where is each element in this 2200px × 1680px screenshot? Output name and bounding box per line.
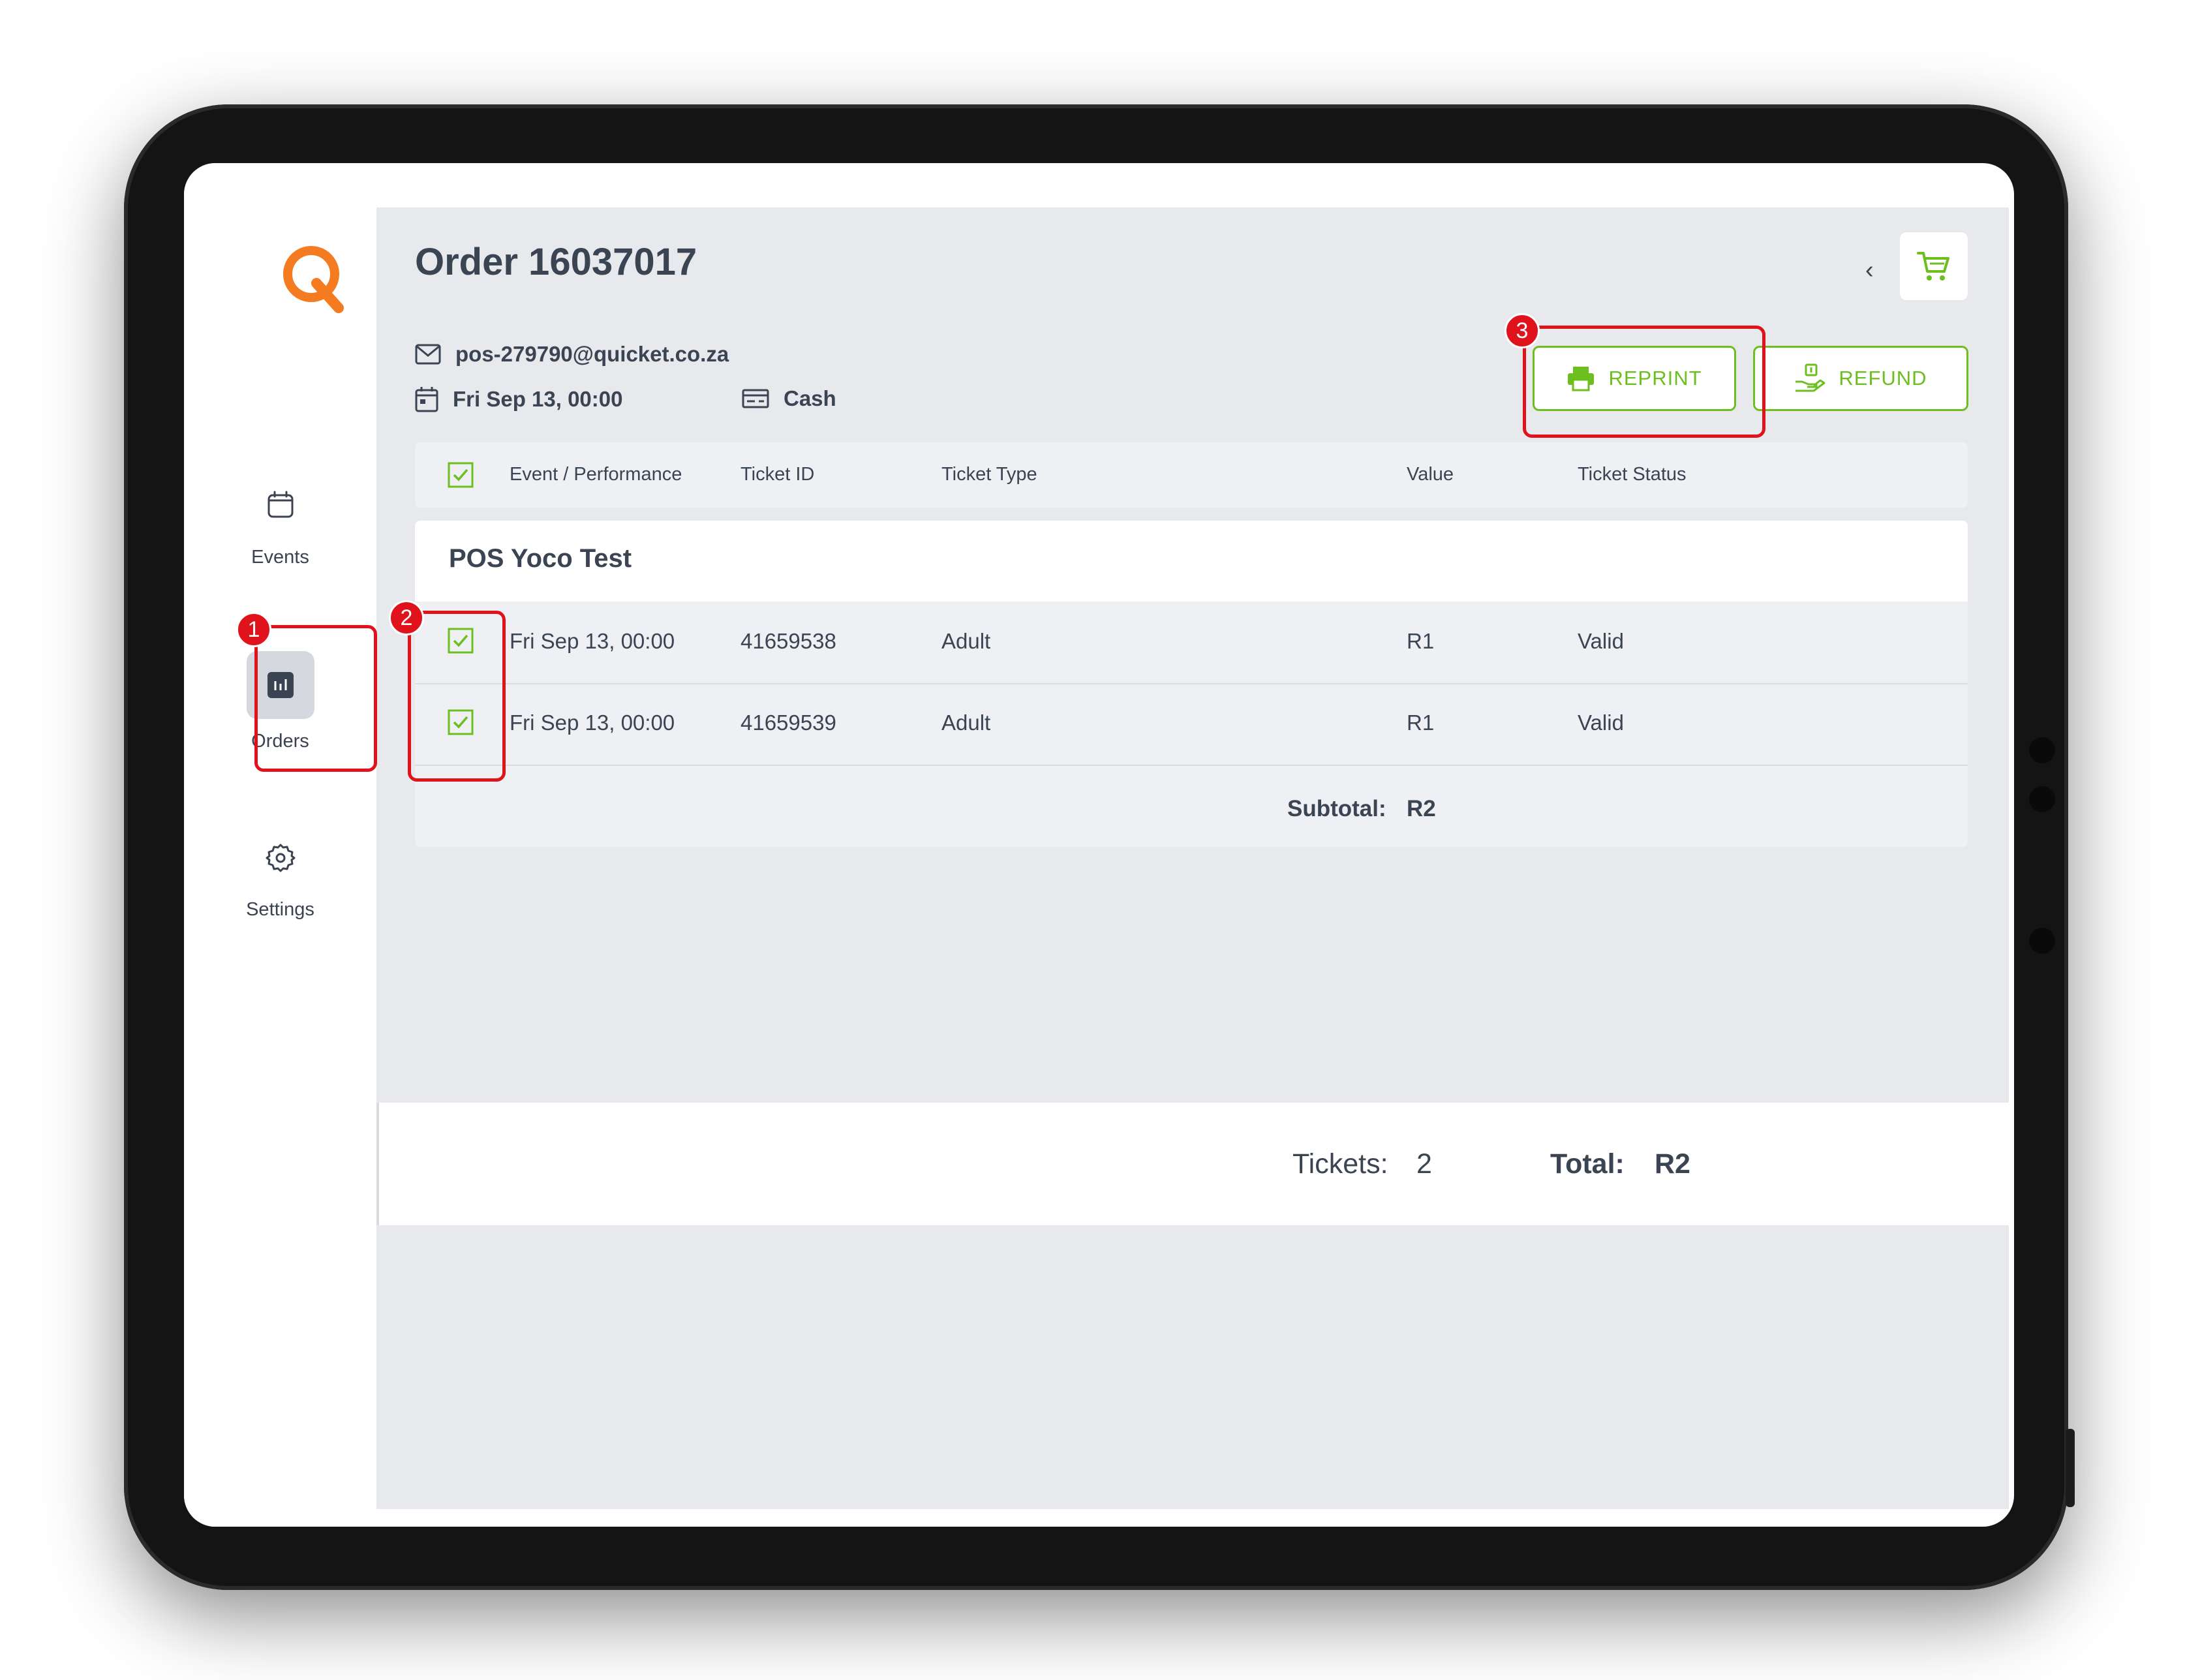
cart-icon [1917,252,1949,281]
tickets-count: 2 [1416,1148,1432,1180]
order-email-row: pos-279790@quicket.co.za [415,342,729,367]
row-value: R1 [1407,629,1435,653]
mail-icon [415,344,441,365]
nav-settings[interactable]: Settings [184,842,376,921]
calendar-icon [267,491,293,518]
tickets-label: Tickets: [1292,1148,1388,1180]
col-ticket-status: Ticket Status [1578,464,1687,485]
nav-settings-label: Settings [246,899,314,920]
event-header: POS Yoco Test [415,521,1968,602]
select-all-checkbox[interactable] [448,462,474,488]
row-ticket-type: Adult [941,710,991,735]
annotation-badge: 2 [389,600,424,635]
refund-button[interactable]: REFUND [1753,346,1968,411]
annotation-box-checkboxes [408,611,506,782]
total-value: R2 [1655,1148,1690,1180]
row-ticket-id: 41659539 [741,710,836,735]
order-email: pos-279790@quicket.co.za [455,342,729,366]
camera-dot [2029,737,2055,763]
table-row[interactable]: Fri Sep 13, 00:00 41659538 Adult R1 Vali… [415,602,1968,684]
camera-dot [2029,928,2055,954]
event-ticket-group: POS Yoco Test Fri Sep 13, 00:00 41659538… [415,521,1968,847]
col-event: Event / Performance [510,464,682,485]
order-payment: Cash [784,386,836,410]
payment-card-icon [742,389,769,408]
subtotal-value: R2 [1407,796,1436,821]
row-ticket-type: Adult [941,629,991,653]
refund-label: REFUND [1839,367,1927,389]
annotation-box-reprint [1523,326,1765,438]
page-title: Order 16037017 [415,241,697,283]
row-ticket-id: 41659538 [741,629,836,653]
order-date: Fri Sep 13, 00:00 [453,387,623,411]
event-name: POS Yoco Test [449,544,632,573]
row-performance: Fri Sep 13, 00:00 [510,629,675,653]
refund-hand-icon [1795,363,1826,392]
col-ticket-type: Ticket Type [941,464,1037,485]
col-ticket-id: Ticket ID [741,464,815,485]
order-payment-row: Cash [742,386,836,411]
nav-events[interactable]: Events [184,489,376,568]
row-status: Valid [1578,710,1624,735]
annotation-badge: 3 [1505,313,1540,348]
row-status: Valid [1578,629,1624,653]
annotation-badge: 1 [236,612,271,647]
table-row[interactable]: Fri Sep 13, 00:00 41659539 Adult R1 Vali… [415,683,1968,766]
total-label: Total: [1550,1148,1625,1180]
order-date-row: Fri Sep 13, 00:00 [415,386,622,412]
table-header: Event / Performance Ticket ID Ticket Typ… [415,442,1968,508]
app-screen: Events Orders Settings Order 16037017 ‹ … [184,163,2014,1527]
cart-button[interactable] [1900,232,1968,300]
gear-icon [266,844,295,872]
chevron-left-icon[interactable]: ‹ [1865,256,1874,284]
quicket-logo [283,246,344,313]
side-button [2066,1429,2075,1507]
camera-dot [2029,786,2055,812]
subtotal-label: Subtotal: [1287,796,1386,821]
annotation-box-orders [254,625,377,772]
col-value: Value [1407,464,1454,485]
row-value: R1 [1407,710,1435,735]
totals-bar: Tickets: 2 Total: R2 [376,1103,2009,1225]
nav-events-label: Events [251,547,309,568]
calendar-icon [415,387,438,412]
row-performance: Fri Sep 13, 00:00 [510,710,675,735]
sidebar: Events Orders Settings [184,163,376,1527]
